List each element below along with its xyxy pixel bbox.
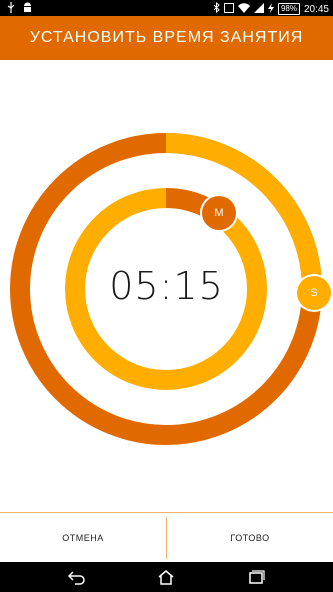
- timer-display: 05:15: [109, 264, 224, 308]
- bluetooth-icon: [213, 1, 220, 16]
- page-title: УСТАНОВИТЬ ВРЕМЯ ЗАНЯТИЯ: [29, 29, 304, 46]
- seconds-knob[interactable]: S: [297, 276, 331, 310]
- battery-level: 98%: [277, 3, 300, 15]
- status-left: [6, 2, 33, 16]
- signal-icon: [253, 2, 264, 16]
- android-icon: [22, 2, 33, 16]
- minutes-knob[interactable]: M: [202, 196, 236, 230]
- back-icon[interactable]: [66, 569, 86, 585]
- dialog-buttons: ОТМЕНА ГОТОВО: [0, 512, 333, 563]
- title-bar: УСТАНОВИТЬ ВРЕМЯ ЗАНЯТИЯ: [0, 16, 333, 60]
- usb-icon: [6, 2, 16, 16]
- status-right: 98% 20:45: [213, 1, 329, 16]
- charging-icon: [267, 2, 274, 16]
- recent-apps-icon[interactable]: [246, 569, 266, 585]
- done-button[interactable]: ГОТОВО: [167, 513, 333, 563]
- clock: 20:45: [303, 3, 329, 15]
- seconds-knob-label: S: [310, 287, 318, 299]
- navigation-bar: [0, 562, 333, 592]
- home-icon[interactable]: [156, 569, 176, 585]
- cancel-button[interactable]: ОТМЕНА: [0, 513, 166, 563]
- minutes-knob-label: M: [214, 207, 224, 219]
- nfc-icon: [223, 2, 234, 16]
- wifi-icon: [237, 2, 250, 16]
- timer-dial: 05:15 M S: [0, 60, 333, 512]
- status-bar: 98% 20:45: [0, 0, 333, 16]
